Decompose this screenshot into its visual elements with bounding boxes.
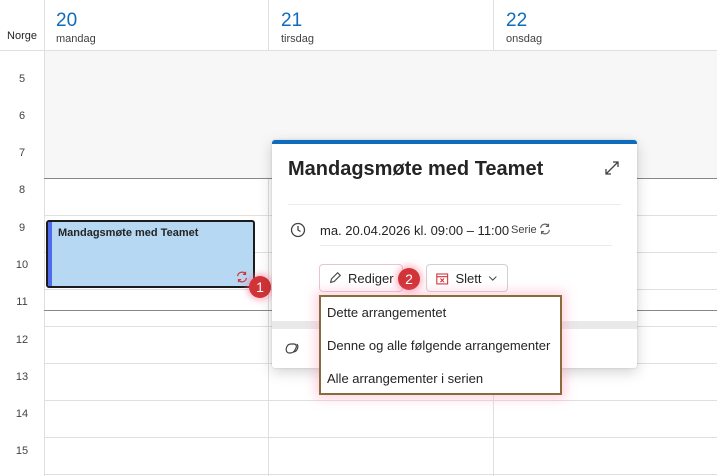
hour-label: 15 <box>15 445 29 457</box>
card-title: Mandagsmøte med Teamet <box>288 158 544 180</box>
calendar-event[interactable]: Mandagsmøte med Teamet <box>46 220 255 288</box>
hour-label: 6 <box>18 110 26 122</box>
edit-button-label: Rediger <box>348 270 394 286</box>
card-divider <box>320 245 612 246</box>
menu-item-this-and-following[interactable]: Denne og alle følgende arrangementer <box>327 334 555 358</box>
event-title: Mandagsmøte med Teamet <box>58 227 199 239</box>
event-datetime: ma. 20.04.2026 kl. 09:00 – 11:00 <box>320 223 510 238</box>
chevron-down-icon <box>489 276 498 281</box>
day-header-number[interactable]: 22 <box>506 10 527 32</box>
hour-label: 8 <box>18 184 26 196</box>
delete-button-label: Slett <box>455 270 482 286</box>
grid-line <box>44 400 717 401</box>
menu-item-this-event[interactable]: Dette arrangementet <box>327 301 555 325</box>
step-badge-2: 2 <box>398 268 420 290</box>
hour-label: 10 <box>15 259 29 271</box>
series-label: Serie <box>511 224 537 236</box>
recurring-icon <box>237 271 247 283</box>
hour-label: 5 <box>18 73 26 85</box>
calendar-delete-icon <box>436 272 449 284</box>
menu-item-all-in-series[interactable]: Alle arrangementer i serien <box>327 367 555 391</box>
hour-label: 11 <box>16 296 28 308</box>
day-header-name: mandag <box>56 33 96 45</box>
hour-label: 9 <box>18 222 26 234</box>
edit-scope-menu: Dette arrangementet Denne og alle følgen… <box>319 295 562 395</box>
pencil-icon <box>329 271 342 284</box>
grid-line <box>44 437 717 438</box>
day-header-name: onsdag <box>506 33 543 45</box>
edit-button[interactable]: Rediger <box>319 264 403 292</box>
hour-label: 14 <box>15 408 29 420</box>
hour-label: 13 <box>15 371 29 383</box>
card-accent-bar <box>272 140 637 144</box>
hour-label: 12 <box>15 334 29 346</box>
event-color-bar <box>48 222 52 286</box>
clock-icon <box>290 222 306 238</box>
card-divider <box>288 204 621 205</box>
copilot-icon[interactable] <box>284 340 300 356</box>
grid-line <box>44 474 717 475</box>
recurring-icon <box>540 223 550 235</box>
expand-icon[interactable] <box>604 160 620 176</box>
hour-label: 7 <box>18 147 26 159</box>
day-header-number[interactable]: 20 <box>56 10 77 32</box>
day-header-name: tirsdag <box>281 33 315 45</box>
day-header-number[interactable]: 21 <box>281 10 302 32</box>
step-badge-1: 1 <box>249 276 271 298</box>
delete-button[interactable]: Slett <box>426 264 508 292</box>
timezone-label: Norge <box>7 30 37 42</box>
